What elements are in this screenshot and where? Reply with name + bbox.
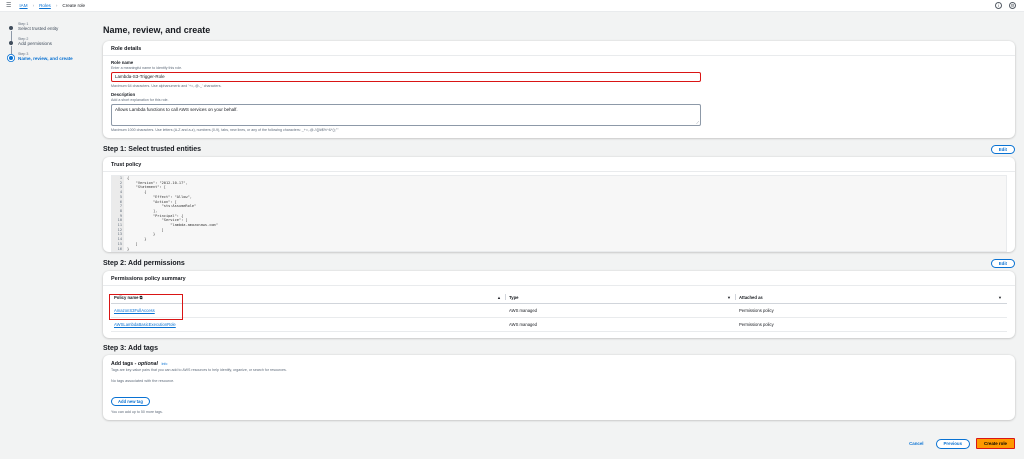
code-text: }	[127, 246, 130, 251]
column-attached-as[interactable]: Attached as ▼	[736, 292, 1007, 305]
step2-title: Step 2: Add permissions	[103, 260, 185, 268]
create-role-button[interactable]: Create role	[976, 438, 1015, 449]
wizard-footer: Cancel Previous Create role	[903, 438, 1015, 449]
wizard-step-3: Step 3 Name, review, and create	[9, 52, 89, 61]
permissions-panel: Permissions policy summary Policy name ⧉…	[103, 271, 1015, 339]
step-dot-icon	[9, 26, 13, 30]
step1-title: Step 1: Select trusted entities	[103, 146, 202, 153]
column-type[interactable]: Type ▼	[506, 292, 736, 305]
role-name-label: Role name	[111, 60, 134, 65]
description-label: Description	[111, 92, 136, 97]
policy-link-lambda-basic[interactable]: AWSLambdaBasicExecutionRole	[114, 322, 176, 327]
wizard-step-2[interactable]: Step 2 Add permissions	[9, 37, 89, 60]
role-name-input[interactable]: Lambda-S3-Trigger-Role	[111, 72, 701, 82]
policy-type: AWS managed	[506, 303, 736, 319]
sort-ascending-icon[interactable]: ▲	[497, 295, 501, 300]
chevron-right-icon: ›	[32, 3, 35, 8]
sort-icon[interactable]: ▼	[998, 295, 1002, 300]
line-number: 16	[112, 246, 124, 252]
chevron-right-icon: ›	[55, 3, 58, 8]
description-value: Allows Lambda functions to call AWS serv…	[115, 107, 238, 112]
trust-policy-title: Trust policy	[103, 157, 1015, 172]
tags-description: Tags are key-value pairs that you can ad…	[111, 368, 287, 373]
step-dot-icon	[9, 56, 13, 60]
breadcrumb-roles[interactable]: Roles	[39, 3, 51, 8]
role-details-panel: Role details Role name Enter a meaningfu…	[103, 41, 1015, 138]
tags-title: Add tags - optional Info	[111, 361, 168, 368]
policy-attached-as: Permissions policy	[736, 317, 1007, 333]
wizard-steps: Step 1 Select trusted entity Step 2 Add …	[9, 22, 89, 67]
description-textarea[interactable]: Allows Lambda functions to call AWS serv…	[111, 104, 701, 126]
step3-title: Step 3: Add tags	[103, 345, 158, 353]
table-row: AWSLambdaBasicExecutionRole AWS managed …	[111, 317, 1007, 333]
step-dot-icon	[9, 41, 13, 45]
top-navigation: ☰ IAM › Roles › Create role i ⚙	[0, 0, 1024, 12]
edit-step2-button[interactable]: Edit	[990, 259, 1015, 269]
sort-icon[interactable]: ▼	[727, 295, 731, 300]
add-new-tag-button[interactable]: Add new tag	[111, 397, 150, 407]
role-name-hint: Maximum 64 characters. Use alphanumeric …	[111, 84, 222, 88]
edit-step1-button[interactable]: Edit	[990, 145, 1015, 154]
role-name-description: Enter a meaningful name to identify this…	[111, 66, 183, 70]
page-title: Name, review, and create	[103, 25, 211, 35]
main-content: Name, review, and create Role details Ro…	[103, 25, 1015, 427]
policy-attached-as: Permissions policy	[736, 303, 1007, 319]
description-desc: Add a short explanation for this role.	[111, 98, 169, 102]
permissions-summary-title: Permissions policy summary	[103, 271, 1015, 287]
description-hint: Maximum 1000 characters. Use letters (A-…	[111, 128, 339, 132]
info-link[interactable]: Info	[161, 362, 167, 366]
resize-handle-icon[interactable]: ⟋	[696, 120, 699, 125]
hamburger-icon[interactable]: ☰	[6, 2, 11, 9]
trust-policy-panel: Trust policy 1{2 "Version": "2012-10-17"…	[103, 157, 1015, 253]
breadcrumb-current: Create role	[62, 3, 86, 8]
code-line: 16}	[112, 246, 1006, 252]
table-row: AmazonS3FullAccess AWS managed Permissio…	[111, 303, 1007, 319]
policy-highlight-box	[109, 294, 183, 321]
trust-policy-code: 1{2 "Version": "2012-10-17", 3 "Statement…	[111, 175, 1007, 253]
permissions-table: Policy name ⧉ ▲ Type ▼ Attached as ▼ Amazon…	[111, 292, 1007, 333]
role-details-title: Role details	[103, 41, 1015, 56]
tags-hint: You can add up to 50 more tags.	[111, 410, 163, 415]
info-icon[interactable]: i	[995, 2, 1002, 9]
breadcrumb-iam[interactable]: IAM	[19, 3, 27, 8]
previous-button[interactable]: Previous	[935, 438, 971, 449]
cancel-button[interactable]: Cancel	[903, 441, 929, 446]
wizard-step-1[interactable]: Step 1 Select trusted entity	[9, 22, 89, 45]
tags-panel: Add tags - optional Info Tags are key-va…	[103, 355, 1015, 421]
gear-icon[interactable]: ⚙	[1009, 2, 1016, 9]
policy-type: AWS managed	[506, 317, 736, 333]
no-tags-message: No tags associated with the resource.	[111, 379, 175, 384]
